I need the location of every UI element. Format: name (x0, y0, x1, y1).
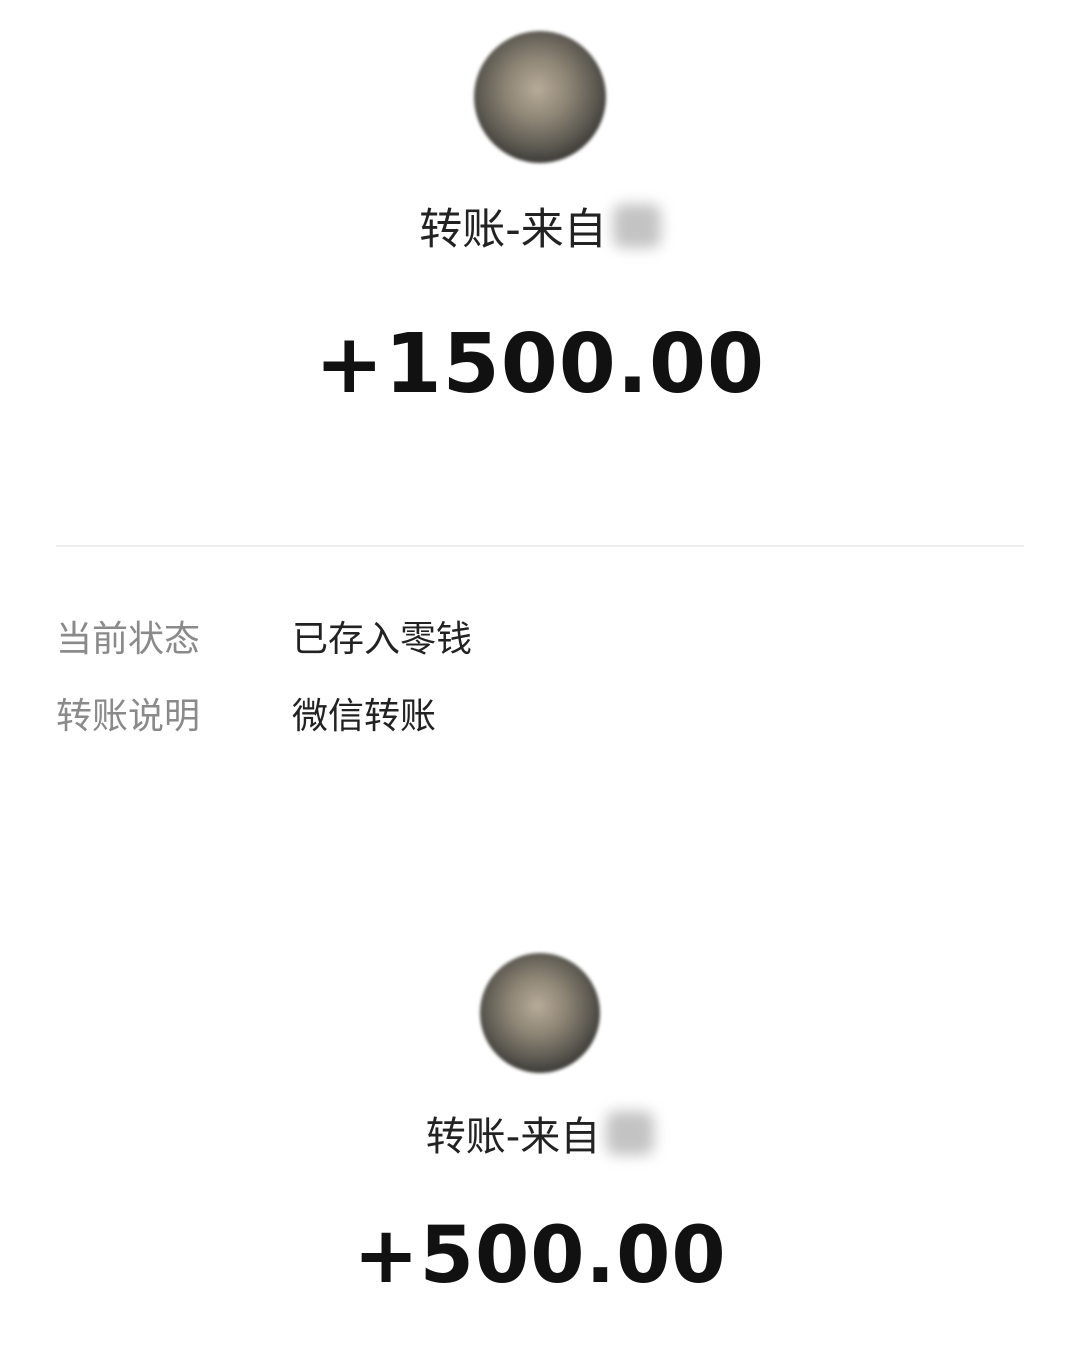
transfer-from-row: 转账-来自 (0, 196, 1080, 256)
transfer-from-label: 转账-来自 (425, 1114, 601, 1160)
blurred-sender-name (606, 1111, 655, 1155)
detail-row-note: 转账说明 微信转账 (56, 692, 1024, 742)
sender-avatar (480, 953, 600, 1073)
note-value: 微信转账 (292, 696, 437, 737)
blurred-sender-name (612, 204, 661, 248)
status-label: 当前状态 (56, 619, 201, 660)
transfer-from-row: 转账-来自 (0, 1105, 1080, 1161)
transfer-screenshot: 转账-来自 +1500.00 当前状态 已存入零钱 转账说明 微信转账 转账-来… (0, 0, 1080, 1350)
detail-row-status: 当前状态 已存入零钱 (56, 615, 1024, 665)
sender-avatar (474, 31, 606, 163)
transfer-from-label: 转账-来自 (419, 205, 607, 255)
transfer-amount: +500.00 (353, 1211, 727, 1301)
transfer-amount: +1500.00 (314, 317, 766, 412)
note-label: 转账说明 (56, 696, 201, 737)
status-value: 已存入零钱 (292, 619, 473, 660)
divider (56, 545, 1024, 547)
